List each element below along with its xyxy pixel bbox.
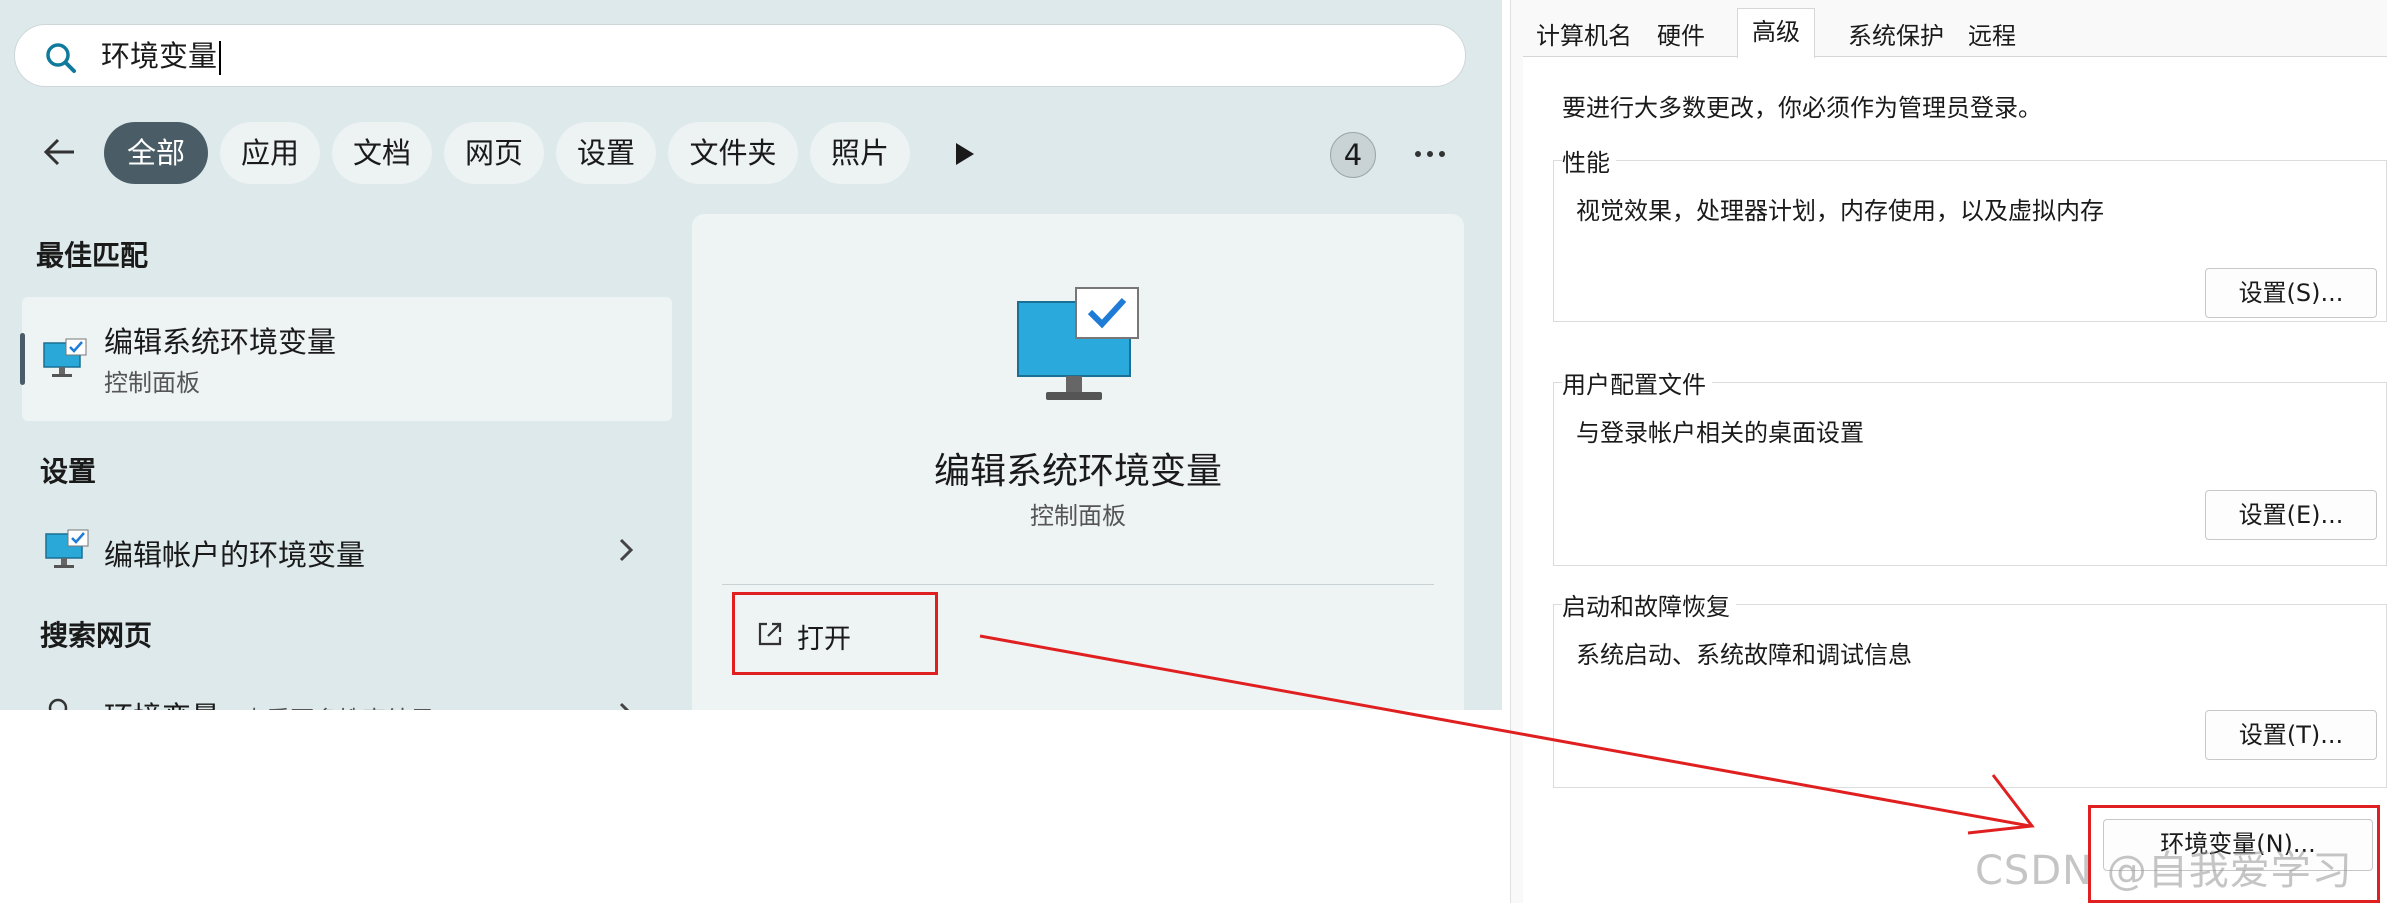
csdn-watermark: CSDN @自我爱学习 <box>1975 848 2353 894</box>
chevron-right-icon <box>619 702 630 710</box>
user-profiles-label: 用户配置文件 <box>1562 365 1712 400</box>
web-result-subtitle: - 查看更多搜索结果 <box>226 700 434 710</box>
performance-label: 性能 <box>1562 143 1616 178</box>
user-profiles-description: 与登录帐户相关的桌面设置 <box>1576 419 1864 447</box>
performance-description: 视觉效果，处理器计划，内存使用，以及虚拟内存 <box>1576 197 2104 225</box>
tab-system-protection[interactable]: 系统保护 <box>1848 18 1944 56</box>
screenshot-root: 环境变量 全部 应用 文档 网页 设置 文件夹 照片 4 最佳匹配 编辑系统环境… <box>0 0 2387 903</box>
detail-title: 编辑系统环境变量 <box>933 451 1222 492</box>
control-panel-monitor-icon <box>45 529 89 568</box>
control-panel-monitor-icon <box>43 338 87 377</box>
filter-chip-folders[interactable]: 文件夹 <box>668 122 798 184</box>
tab-remote[interactable]: 远程 <box>1968 18 2016 56</box>
startup-recovery-label: 启动和故障恢复 <box>1562 587 1736 622</box>
rewards-count-badge[interactable]: 4 <box>1330 132 1376 178</box>
settings-result-title: 编辑帐户的环境变量 <box>104 538 366 572</box>
more-options-icon[interactable] <box>1410 140 1450 168</box>
startup-recovery-settings-button[interactable]: 设置(T)... <box>2205 710 2377 760</box>
selection-indicator <box>20 333 25 385</box>
startup-recovery-group <box>1553 604 2387 788</box>
open-external-icon <box>758 622 782 646</box>
best-match-subtitle: 控制面板 <box>104 369 200 397</box>
control-panel-monitor-large-icon <box>1017 287 1139 400</box>
back-arrow-icon[interactable] <box>40 132 80 172</box>
result-detail-pane: 编辑系统环境变量 控制面板 打开 <box>692 214 1464 710</box>
web-result-title: 环境变量 <box>104 694 220 710</box>
tab-advanced[interactable]: 高级 <box>1737 8 1815 58</box>
admin-notice: 要进行大多数更改，你必须作为管理员登录。 <box>1562 94 2042 122</box>
web-search-heading: 搜索网页 <box>40 619 153 652</box>
search-input[interactable]: 环境变量 <box>101 38 222 75</box>
more-filters-play-icon[interactable] <box>950 140 978 168</box>
startup-recovery-description: 系统启动、系统故障和调试信息 <box>1576 641 1912 669</box>
user-profiles-settings-button[interactable]: 设置(E)... <box>2205 490 2377 540</box>
filter-chip-photos[interactable]: 照片 <box>810 122 910 184</box>
search-icon <box>46 43 76 73</box>
divider <box>722 584 1434 585</box>
tab-strip-border <box>1523 56 2387 57</box>
tab-hardware[interactable]: 硬件 <box>1657 18 1705 56</box>
text-caret <box>219 41 222 75</box>
filter-chip-web[interactable]: 网页 <box>444 122 544 184</box>
performance-settings-button[interactable]: 设置(S)... <box>2205 268 2377 318</box>
windows-search-panel: 环境变量 全部 应用 文档 网页 设置 文件夹 照片 4 最佳匹配 编辑系统环境… <box>0 0 1502 710</box>
search-query-text: 环境变量 <box>101 39 218 73</box>
filter-chip-apps[interactable]: 应用 <box>220 122 320 184</box>
search-icon <box>48 698 68 710</box>
filter-chip-documents[interactable]: 文档 <box>332 122 432 184</box>
open-action-highlight[interactable]: 打开 <box>732 592 938 675</box>
best-match-result[interactable]: 编辑系统环境变量 控制面板 <box>20 297 672 421</box>
tab-computer-name[interactable]: 计算机名 <box>1536 18 1632 56</box>
detail-subtitle: 控制面板 <box>1030 502 1126 530</box>
search-box[interactable]: 环境变量 <box>14 24 1466 87</box>
chevron-right-icon <box>619 538 634 562</box>
open-button-label: 打开 <box>797 624 851 655</box>
best-match-title: 编辑系统环境变量 <box>104 325 337 359</box>
settings-heading: 设置 <box>40 455 97 488</box>
best-match-heading: 最佳匹配 <box>36 239 149 272</box>
filter-chip-settings[interactable]: 设置 <box>556 122 656 184</box>
filter-chip-all[interactable]: 全部 <box>104 122 208 184</box>
